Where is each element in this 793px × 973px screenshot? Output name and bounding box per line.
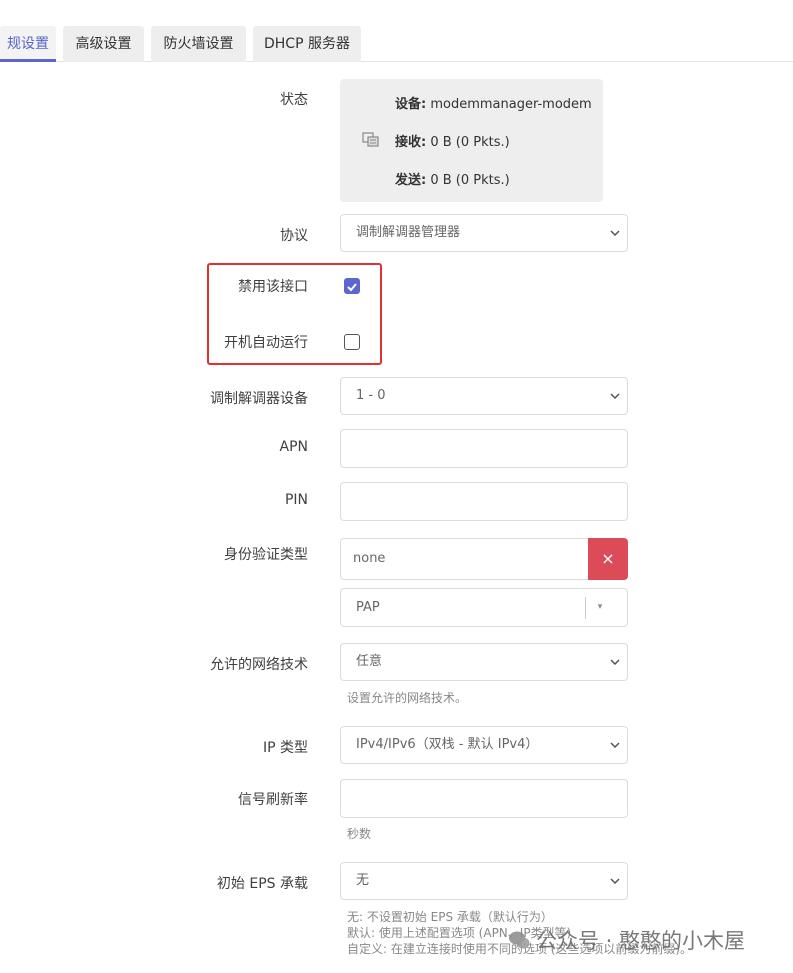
chevron-down-icon — [609, 644, 621, 680]
remove-auth-button[interactable]: × — [588, 538, 628, 580]
modem-device-value: 1 - 0 — [356, 388, 386, 403]
chevron-down-icon — [609, 727, 621, 763]
auth-selected-tag: none — [340, 538, 589, 580]
ip-type-label: IP 类型 — [262, 740, 308, 756]
ip-type-select[interactable]: IPv4/IPv6（双栈 - 默认 IPv4） — [340, 726, 628, 764]
status-rx: 接收: 0 B (0 Pkts.) — [395, 131, 510, 150]
modem-device-label: 调制解调器设备 — [210, 391, 308, 407]
modem-device-select[interactable]: 1 - 0 — [340, 377, 628, 415]
status-device: 设备: modemmanager-modem — [395, 93, 592, 112]
apn-label: APN — [279, 439, 309, 455]
pin-input[interactable] — [340, 482, 628, 521]
status-rx-key: 接收: — [395, 135, 427, 150]
tab-advanced-settings[interactable]: 高级设置 — [63, 26, 144, 62]
initial-eps-value: 无 — [356, 873, 370, 888]
tab-general-settings[interactable]: 规设置 — [0, 26, 56, 62]
initial-eps-hint-line: 无: 不设置初始 EPS 承载（默认行为） — [347, 910, 553, 924]
tab-bar: 规设置 高级设置 防火墙设置 DHCP 服务器 — [0, 0, 793, 62]
watermark-text: 公众号 · 憨憨的小木屋 — [536, 929, 746, 953]
caret-down-icon: ▾ — [597, 602, 603, 612]
status-panel: 设备: modemmanager-modem 接收: 0 B (0 Pkts.)… — [340, 79, 603, 202]
tab-firewall-settings[interactable]: 防火墙设置 — [151, 26, 246, 62]
status-device-key: 设备: — [395, 97, 427, 112]
status-device-value: modemmanager-modem — [430, 97, 592, 112]
protocol-label: 协议 — [280, 228, 308, 244]
protocol-select[interactable]: 调制解调器管理器 — [340, 214, 628, 252]
status-tx-value: 0 B (0 Pkts.) — [430, 173, 510, 188]
auth-combo-value: PAP — [356, 600, 380, 615]
status-tx-key: 发送: — [395, 173, 427, 188]
tab-dhcp-server[interactable]: DHCP 服务器 — [253, 26, 361, 62]
apn-input[interactable] — [340, 429, 628, 468]
allowed-tech-select[interactable]: 任意 — [340, 643, 628, 681]
initial-eps-label: 初始 EPS 承载 — [216, 876, 308, 892]
disable-interface-label: 禁用该接口 — [238, 279, 308, 295]
signal-refresh-label: 信号刷新率 — [238, 792, 308, 808]
auth-type-label: 身份验证类型 — [224, 547, 308, 563]
allowed-tech-value: 任意 — [356, 654, 383, 669]
protocol-select-value: 调制解调器管理器 — [356, 225, 461, 240]
wechat-icon — [509, 931, 530, 949]
pin-label: PIN — [284, 492, 308, 508]
autostart-checkbox[interactable] — [344, 334, 360, 350]
status-label: 状态 — [280, 92, 308, 108]
chevron-down-icon — [609, 863, 621, 899]
allowed-tech-label: 允许的网络技术 — [210, 657, 308, 673]
allowed-tech-hint: 设置允许的网络技术。 — [347, 691, 468, 705]
status-tx: 发送: 0 B (0 Pkts.) — [395, 169, 510, 188]
signal-refresh-input[interactable] — [340, 779, 628, 818]
autostart-label: 开机自动运行 — [224, 335, 308, 351]
auth-type-combobox[interactable]: PAP ▾ — [340, 588, 628, 627]
combo-separator — [585, 597, 586, 619]
chevron-down-icon — [609, 215, 621, 251]
status-rx-value: 0 B (0 Pkts.) — [430, 135, 510, 150]
network-interface-icon — [362, 132, 379, 147]
ip-type-value: IPv4/IPv6（双栈 - 默认 IPv4） — [356, 737, 539, 752]
disable-interface-checkbox[interactable] — [344, 278, 360, 294]
chevron-down-icon — [609, 378, 621, 414]
initial-eps-select[interactable]: 无 — [340, 862, 628, 900]
checkmark-icon — [347, 283, 357, 292]
signal-refresh-hint: 秒数 — [347, 827, 372, 841]
